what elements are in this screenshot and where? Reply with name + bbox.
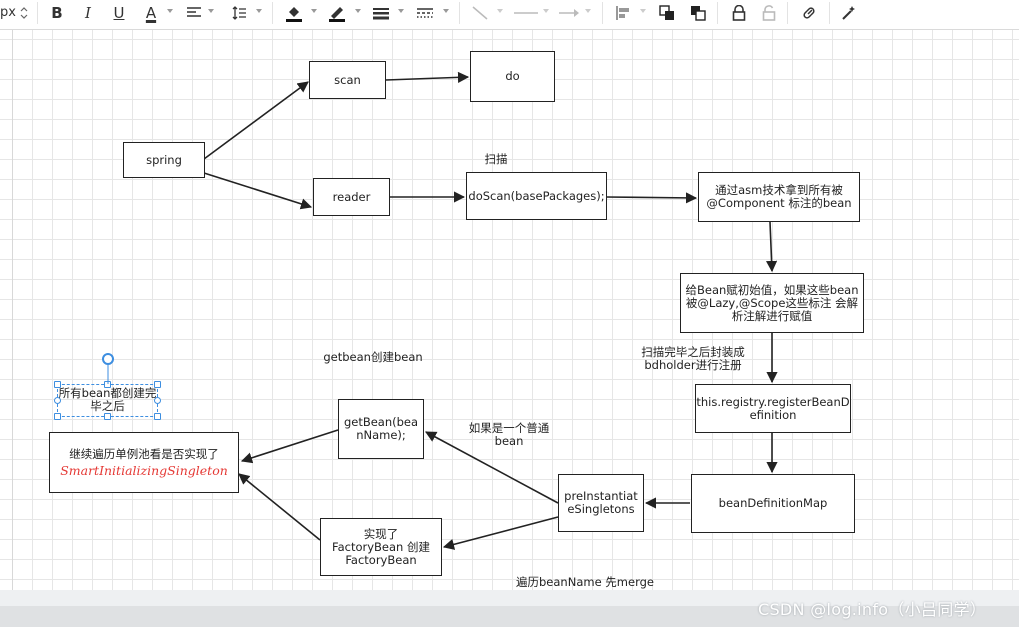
- label-normal-bean[interactable]: 如果是一个普通 bean: [462, 422, 556, 448]
- label-line1: 扫描完毕之后封装成: [641, 345, 745, 359]
- node-asm-scan[interactable]: 通过asm技术拿到所有被 @Component 标注的bean: [698, 172, 860, 222]
- watermark: CSDN @log.info（小吕同学）: [758, 600, 987, 619]
- node-spring[interactable]: spring: [123, 142, 205, 178]
- arrow-scan-do[interactable]: [385, 71, 470, 83]
- label-getbean-create[interactable]: getbean创建bean: [318, 351, 428, 364]
- node-label-line2: efinition: [749, 407, 797, 422]
- node-label-line2: nName);: [356, 428, 406, 442]
- node-label-line2: @Component 标注的bean: [706, 196, 852, 210]
- node-label: beanDefinitionMap: [718, 496, 828, 510]
- node-register-bean-definition[interactable]: this.registry.registerBeanD efinition: [695, 384, 851, 433]
- node-label-line1: 继续遍历单例池看是否实现了: [69, 447, 219, 461]
- node-doscan[interactable]: doScan(basePackages);: [466, 172, 607, 220]
- arrow-spring-scan[interactable]: [203, 81, 309, 160]
- resize-handle[interactable]: [154, 397, 161, 404]
- resize-handle[interactable]: [154, 381, 161, 388]
- node-label-line2: 被@Lazy,@Scope这些标注 会解: [685, 295, 859, 310]
- node-label-line1: this.registry.registerBeanD: [696, 394, 850, 409]
- resize-handle[interactable]: [54, 413, 61, 420]
- arrow-spring-reader[interactable]: [203, 172, 313, 210]
- node-label: spring: [146, 152, 182, 167]
- resize-handle[interactable]: [154, 413, 161, 420]
- label-line1: 如果是一个普通: [468, 421, 550, 435]
- selected-text-node[interactable]: 所有bean都创建完 毕之后: [57, 387, 158, 413]
- node-bean-definition-map[interactable]: beanDefinitionMap: [691, 474, 855, 533]
- node-label-line1: 给Bean赋初始值，如果这些bean: [685, 282, 859, 297]
- node-get-bean[interactable]: getBean(bea nName);: [338, 399, 424, 459]
- node-smart-initializing-singleton[interactable]: 继续遍历单例池看是否实现了 SmartInitializingSingleton: [49, 432, 239, 493]
- node-label-line2: eSingletons: [567, 502, 635, 516]
- arrow-factory-smart[interactable]: [238, 473, 321, 541]
- node-init-values[interactable]: 给Bean赋初始值，如果这些bean 被@Lazy,@Scope这些标注 会解 …: [680, 273, 864, 333]
- node-label-line3: FactoryBean: [345, 552, 417, 567]
- node-label-line1: 所有bean都创建完: [58, 386, 157, 400]
- node-label: do: [505, 69, 520, 83]
- node-label: reader: [332, 189, 371, 204]
- node-label-line1: 实现了: [363, 526, 399, 541]
- node-label-line2: FactoryBean 创建: [332, 539, 430, 554]
- arrow-asm-init[interactable]: [765, 221, 778, 273]
- arrow-doscan-asm[interactable]: [605, 192, 698, 204]
- node-label-line2: SmartInitializingSingleton: [60, 463, 228, 478]
- resize-handle[interactable]: [54, 381, 61, 388]
- node-label: scan: [334, 72, 361, 87]
- label-line2: bean: [494, 434, 524, 448]
- node-factory-bean[interactable]: 实现了 FactoryBean 创建 FactoryBean: [320, 518, 442, 576]
- node-pre-instantiate-singletons[interactable]: preInstantiat eSingletons: [558, 474, 644, 532]
- label-wrap-register[interactable]: 扫描完毕之后封装成 bdholder进行注册: [628, 346, 758, 372]
- node-label-line2: 毕之后: [90, 399, 125, 413]
- node-scan[interactable]: scan: [309, 61, 386, 99]
- node-label: doScan(basePackages);: [468, 188, 605, 203]
- label-line2: bdholder进行注册: [644, 358, 742, 372]
- label-merge[interactable]: 遍历beanName 先merge: [510, 576, 660, 589]
- rotate-handle[interactable]: [100, 352, 116, 384]
- resize-handle[interactable]: [54, 397, 61, 404]
- arrow-getbean-smart[interactable]: [240, 429, 339, 464]
- resize-handle[interactable]: [104, 413, 111, 420]
- label-scan-cn[interactable]: 扫描: [476, 153, 516, 166]
- node-label-line3: 析注解进行赋值: [731, 308, 813, 323]
- node-do[interactable]: do: [470, 51, 555, 102]
- arrow-preinst-factory[interactable]: [442, 516, 559, 550]
- node-reader[interactable]: reader: [313, 178, 390, 216]
